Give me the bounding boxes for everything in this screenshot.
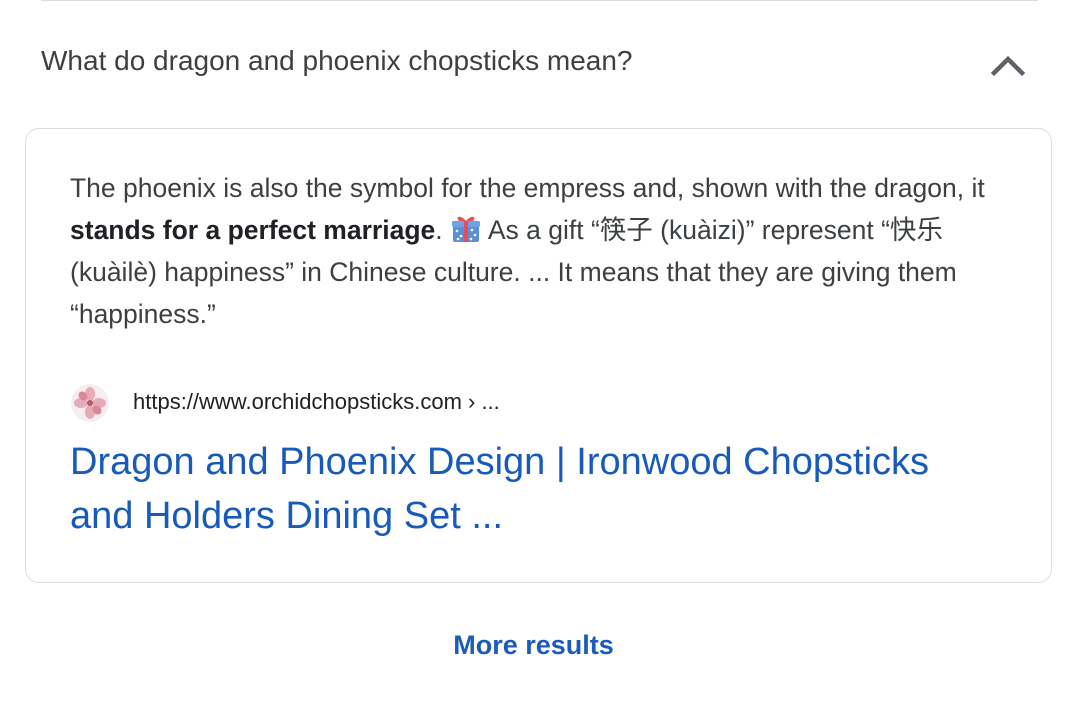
question-row[interactable]: What do dragon and phoenix chopsticks me… xyxy=(0,1,1067,126)
chevron-up-icon[interactable] xyxy=(990,49,1026,79)
snippet-highlight: stands for a perfect marriage xyxy=(70,215,436,245)
cherry-blossom-favicon xyxy=(71,384,109,422)
snippet-period: . xyxy=(435,215,450,245)
snippet-text-start: The phoenix is also the symbol for the e… xyxy=(70,173,985,203)
source-url[interactable]: https://www.orchidchopsticks.com › ... xyxy=(133,389,500,415)
source-row[interactable]: https://www.orchidchopsticks.com › ... xyxy=(70,383,970,423)
more-results-row: More results xyxy=(0,630,1067,661)
result-title-link[interactable]: Dragon and Phoenix Design | Ironwood Cho… xyxy=(70,435,990,543)
answer-snippet: The phoenix is also the symbol for the e… xyxy=(70,167,1010,335)
answer-card: The phoenix is also the symbol for the e… xyxy=(25,128,1052,583)
gift-icon xyxy=(451,216,480,242)
featured-question-panel: What do dragon and phoenix chopsticks me… xyxy=(0,0,1067,705)
question-text: What do dragon and phoenix chopsticks me… xyxy=(41,45,633,76)
more-results-link[interactable]: More results xyxy=(453,630,614,660)
